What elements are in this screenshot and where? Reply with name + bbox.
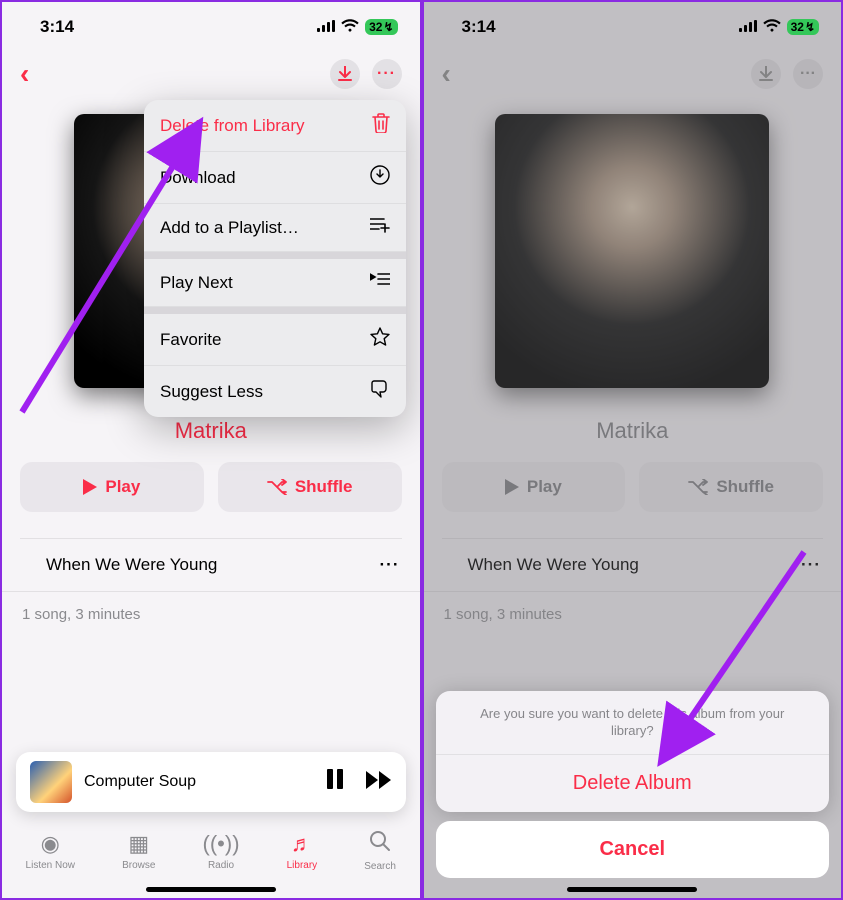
tab-library[interactable]: ♬Library (287, 831, 318, 871)
playlist-add-icon (370, 217, 390, 238)
nav-bar: ‹ ··· (2, 42, 420, 98)
delete-album-button[interactable]: Delete Album (436, 755, 830, 812)
shuffle-button[interactable]: Shuffle (218, 462, 402, 512)
now-playing-bar[interactable]: Computer Soup (16, 752, 406, 812)
library-icon: ♬ (291, 831, 313, 857)
now-playing-artwork (30, 761, 72, 803)
menu-add-to-playlist[interactable]: Add to a Playlist… (144, 204, 406, 252)
now-playing-title: Computer Soup (84, 773, 196, 791)
album-meta: 1 song, 3 minutes (2, 592, 420, 637)
track-more-icon[interactable]: ··· (380, 555, 400, 575)
action-sheet: Are you sure you want to delete this alb… (436, 691, 830, 878)
trash-icon (372, 113, 390, 138)
tab-search[interactable]: Search (364, 830, 396, 872)
album-title: Matrika (2, 418, 420, 444)
home-indicator (567, 887, 697, 892)
menu-delete-from-library[interactable]: Delete from Library (144, 100, 406, 152)
star-icon (370, 327, 390, 352)
radio-icon: ((•)) (203, 831, 240, 857)
wifi-icon (763, 17, 781, 37)
battery-indicator: 32↯ (365, 19, 397, 35)
cancel-button[interactable]: Cancel (436, 821, 830, 878)
thumbs-down-icon (370, 379, 390, 404)
grid-icon: ▦ (128, 831, 149, 857)
context-menu: Delete from Library Download Add to a Pl… (144, 100, 406, 417)
menu-download[interactable]: Download (144, 152, 406, 204)
menu-play-next[interactable]: Play Next (144, 259, 406, 307)
play-circle-icon: ◉ (41, 831, 60, 857)
search-icon (369, 830, 391, 858)
track-title: When We Were Young (46, 555, 217, 575)
status-bar: 3:14 32↯ (2, 2, 420, 42)
download-button[interactable] (330, 59, 360, 89)
signal-icon (739, 17, 757, 37)
tab-bar: ◉Listen Now ▦Browse ((•))Radio ♬Library … (2, 818, 420, 884)
status-indicators: 32↯ (317, 17, 397, 37)
battery-indicator: 32↯ (787, 19, 819, 35)
status-time: 3:14 (462, 17, 496, 37)
status-bar: 3:14 32↯ (424, 2, 842, 42)
pause-icon[interactable] (326, 769, 344, 795)
home-indicator (146, 887, 276, 892)
tab-browse[interactable]: ▦Browse (122, 831, 155, 871)
wifi-icon (341, 17, 359, 37)
back-button[interactable]: ‹ (20, 58, 29, 90)
menu-suggest-less[interactable]: Suggest Less (144, 366, 406, 417)
status-indicators: 32↯ (739, 17, 819, 37)
tab-radio[interactable]: ((•))Radio (203, 831, 240, 871)
tab-listen-now[interactable]: ◉Listen Now (26, 831, 75, 871)
track-row[interactable]: When We Were Young ··· (2, 539, 420, 592)
download-circle-icon (370, 165, 390, 190)
menu-favorite[interactable]: Favorite (144, 314, 406, 366)
more-button[interactable]: ··· (372, 59, 402, 89)
phone-right: 3:14 32↯ ‹ ··· Matrika Play Shuffl (422, 0, 843, 900)
forward-icon[interactable] (366, 769, 392, 795)
status-time: 3:14 (40, 17, 74, 37)
action-sheet-message: Are you sure you want to delete this alb… (436, 691, 830, 755)
play-next-icon (370, 272, 390, 293)
signal-icon (317, 17, 335, 37)
play-button[interactable]: Play (20, 462, 204, 512)
phone-left: 3:14 32↯ ‹ ··· Matrika Play Shuffl (0, 0, 422, 900)
